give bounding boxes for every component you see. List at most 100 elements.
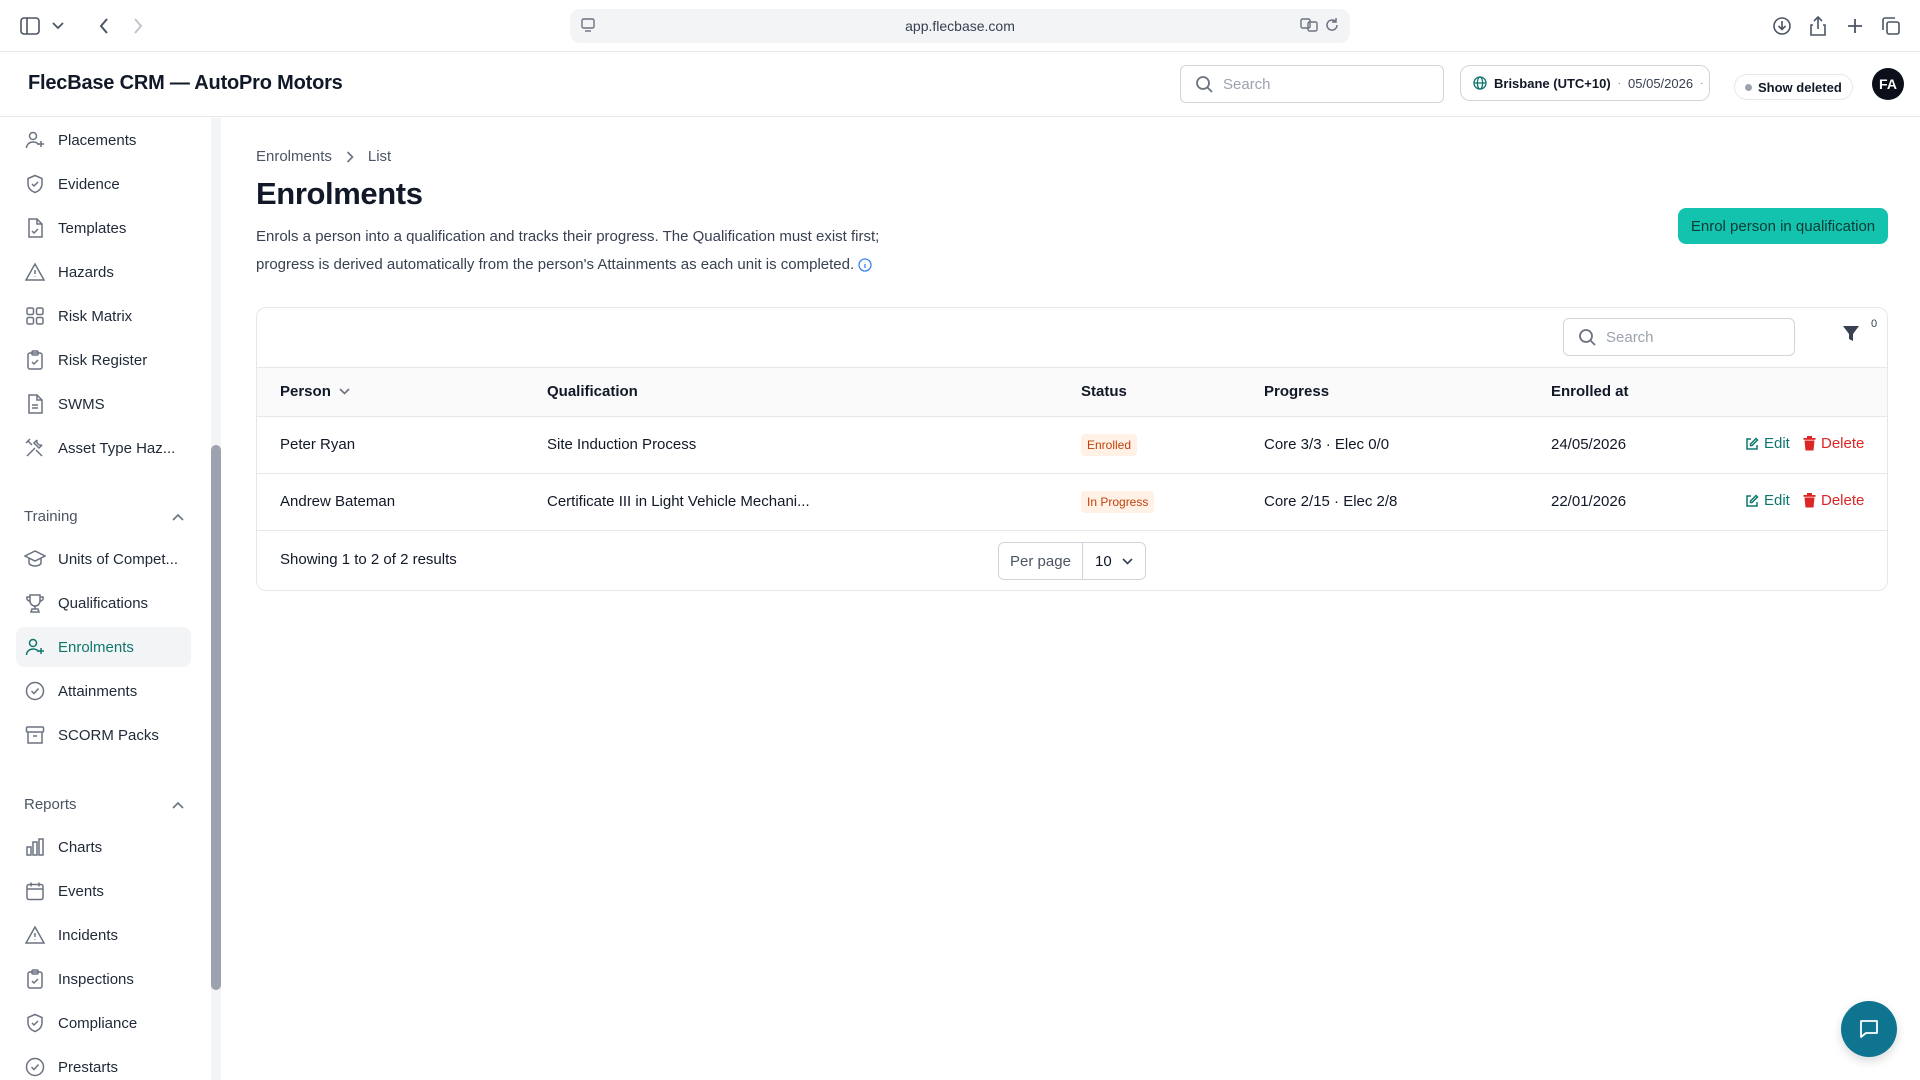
- sidebar-item-risk-matrix[interactable]: Risk Matrix: [16, 296, 191, 336]
- description-line: Enrols a person into a qualification and…: [256, 228, 880, 245]
- user-plus-icon: [24, 636, 46, 658]
- breadcrumb-current: List: [367, 148, 392, 165]
- shield-check-icon: [24, 173, 46, 195]
- column-header-person[interactable]: Person: [280, 383, 350, 400]
- forward-icon[interactable]: [126, 14, 150, 38]
- search-icon: [1195, 75, 1213, 93]
- tabs-overview-icon[interactable]: [1879, 14, 1903, 38]
- chevron-down-icon[interactable]: [46, 14, 70, 38]
- per-page-label: Per page: [999, 543, 1083, 579]
- sidebar-item-label: Hazards: [58, 263, 114, 281]
- delete-label: Delete: [1821, 435, 1865, 452]
- sidebar-item-label: Prestarts: [58, 1058, 119, 1076]
- cell-person: Andrew Bateman: [280, 493, 396, 510]
- description-line-2: progress is derived automatically from t…: [256, 251, 936, 279]
- sidebar-item-attainments[interactable]: Attainments: [16, 671, 191, 711]
- sidebar-item-placements[interactable]: Placements: [16, 120, 191, 160]
- graduation-cap-icon: [24, 548, 46, 570]
- sidebar-item-label: SWMS: [58, 395, 105, 413]
- breadcrumb: Enrolments List: [256, 148, 391, 165]
- sidebar-item-label: Enrolments: [58, 638, 134, 656]
- sidebar-item-incidents[interactable]: Incidents: [16, 915, 191, 955]
- cell-qualification: Certificate III in Light Vehicle Mechani…: [547, 493, 810, 510]
- edit-button[interactable]: Edit: [1745, 492, 1790, 509]
- sidebar-item-enrolments[interactable]: Enrolments: [16, 627, 191, 667]
- edit-label: Edit: [1764, 435, 1790, 452]
- enrol-person-button[interactable]: Enrol person in qualification: [1678, 208, 1888, 244]
- user-plus-icon: [24, 129, 46, 151]
- chevron-up-icon[interactable]: [172, 513, 184, 521]
- delete-button[interactable]: Delete: [1803, 492, 1864, 509]
- sidebar-scrollbar-thumb[interactable]: [211, 445, 221, 990]
- back-icon[interactable]: [92, 14, 116, 38]
- sidebar-item-risk-register[interactable]: Risk Register: [16, 340, 191, 380]
- sidebar-section-training[interactable]: Training: [24, 508, 184, 525]
- global-search-input[interactable]: Search: [1180, 65, 1444, 103]
- sidebar-item-label: Inspections: [58, 970, 134, 988]
- shield-check-icon: [24, 1012, 46, 1034]
- share-icon[interactable]: [1806, 14, 1830, 38]
- description-line: progress is derived automatically from t…: [256, 256, 855, 273]
- sidebar-item-inspections[interactable]: Inspections: [16, 959, 191, 999]
- sidebar-section-reports[interactable]: Reports: [24, 796, 184, 813]
- reload-icon[interactable]: [1324, 17, 1340, 33]
- info-icon[interactable]: [858, 258, 872, 272]
- table-search-input[interactable]: Search: [1563, 318, 1795, 356]
- column-label: Person: [280, 383, 331, 400]
- per-page-select[interactable]: Per page 10: [998, 542, 1146, 580]
- calendar-icon: [24, 880, 46, 902]
- sidebar-item-units-of-competency[interactable]: Units of Compet...: [16, 539, 191, 579]
- breadcrumb-link[interactable]: Enrolments: [256, 148, 332, 165]
- column-header-progress: Progress: [1264, 383, 1330, 400]
- delete-button[interactable]: Delete: [1803, 435, 1864, 452]
- translate-icon[interactable]: [1300, 17, 1318, 33]
- archive-icon: [24, 724, 46, 746]
- url-text[interactable]: app.flecbase.com: [905, 18, 1015, 34]
- sidebar-item-label: Qualifications: [58, 594, 149, 612]
- sidebar-item-label: Units of Compet...: [58, 550, 179, 568]
- chevron-up-icon[interactable]: [172, 801, 184, 809]
- avatar[interactable]: FA: [1872, 68, 1904, 100]
- column-header-qualification: Qualification: [547, 383, 638, 400]
- table-header: Person Qualification Status Progress Enr…: [257, 367, 1887, 417]
- sidebar-item-hazards[interactable]: Hazards: [16, 252, 191, 292]
- edit-icon: [1745, 436, 1759, 451]
- download-icon[interactable]: [1770, 14, 1794, 38]
- check-circle-icon: [24, 680, 46, 702]
- sidebar-item-prestarts[interactable]: Prestarts: [16, 1047, 191, 1080]
- page-description: Enrols a person into a qualification and…: [256, 223, 936, 279]
- timezone-label: Brisbane (UTC+10): [1494, 75, 1611, 91]
- results-summary: Showing 1 to 2 of 2 results: [280, 551, 457, 568]
- sidebar-item-compliance[interactable]: Compliance: [16, 1003, 191, 1043]
- sidebar-item-asset-type-hazards[interactable]: Asset Type Haz...: [16, 428, 191, 468]
- sidebar-toggle-icon[interactable]: [18, 14, 42, 38]
- sidebar-item-scorm-packs[interactable]: SCORM Packs: [16, 715, 191, 755]
- show-deleted-label: Show deleted: [1758, 79, 1842, 95]
- edit-button[interactable]: Edit: [1745, 435, 1790, 452]
- grid-icon: [24, 305, 46, 327]
- show-deleted-toggle[interactable]: Show deleted: [1734, 74, 1853, 100]
- sidebar-item-events[interactable]: Events: [16, 871, 191, 911]
- sidebar-item-evidence[interactable]: Evidence: [16, 164, 191, 204]
- new-tab-icon[interactable]: [1843, 14, 1867, 38]
- enrolments-table: Search 0 Person Qualification Status Pro…: [256, 307, 1888, 591]
- sidebar-item-swms[interactable]: SWMS: [16, 384, 191, 424]
- sidebar-item-label: Placements: [58, 131, 137, 149]
- chevron-right-icon: [346, 150, 354, 163]
- address-bar[interactable]: app.flecbase.com: [570, 9, 1350, 43]
- table-row[interactable]: Peter Ryan Site Induction Process Enroll…: [257, 417, 1887, 474]
- timezone-selector[interactable]: Brisbane (UTC+10) · 05/05/2026 ·: [1460, 65, 1710, 101]
- page-settings-icon[interactable]: [580, 17, 596, 33]
- app-title[interactable]: FlecBase CRM — AutoPro Motors: [28, 72, 343, 95]
- sidebar-item-qualifications[interactable]: Qualifications: [16, 583, 191, 623]
- table-row[interactable]: Andrew Bateman Certificate III in Light …: [257, 474, 1887, 531]
- sort-chevron-down-icon[interactable]: [339, 388, 350, 395]
- per-page-value-select[interactable]: 10: [1083, 543, 1145, 579]
- chat-button[interactable]: [1841, 1001, 1897, 1057]
- filter-icon[interactable]: [1841, 324, 1865, 348]
- tools-icon: [24, 437, 46, 459]
- sidebar-item-templates[interactable]: Templates: [16, 208, 191, 248]
- sidebar-item-charts[interactable]: Charts: [16, 827, 191, 867]
- section-label: Training: [24, 508, 78, 525]
- cell-progress: Core 2/15 · Elec 2/8: [1264, 493, 1398, 510]
